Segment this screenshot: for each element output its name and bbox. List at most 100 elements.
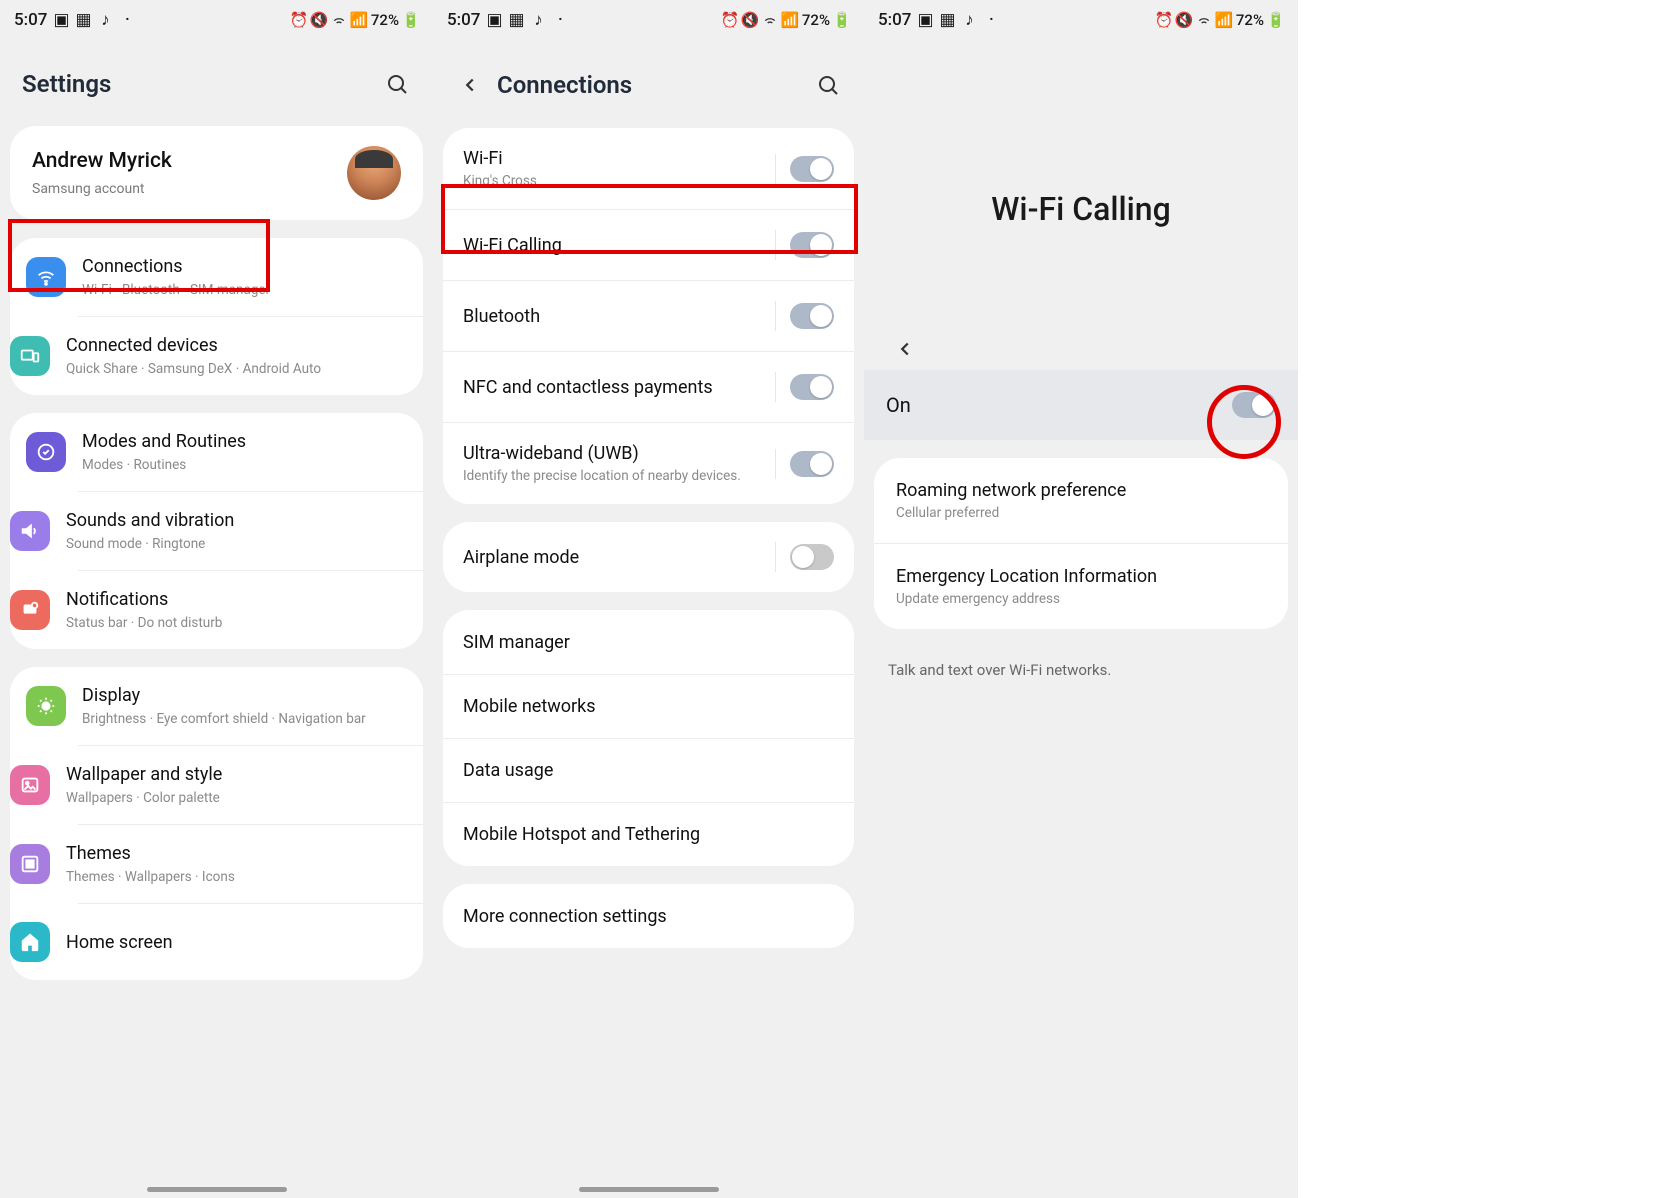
settings-item[interactable]: Wallpaper and styleWallpapers · Color pa…: [78, 745, 423, 824]
themes-icon: [10, 844, 50, 884]
item-title: Ultra-wideband (UWB): [463, 443, 775, 464]
panel-settings: 5:07 ▣ ▦ ♪ · ⏰ 🔇 📶 72% 🔋 Settings Andrew…: [0, 0, 433, 1198]
settings-group: DisplayBrightness · Eye comfort shield ·…: [10, 667, 423, 980]
item-title: Notifications: [66, 589, 407, 610]
status-bar: 5:07 ▣ ▦ ♪ · ⏰ 🔇 📶 72% 🔋: [864, 0, 1298, 40]
back-button[interactable]: [894, 338, 924, 360]
options-card: Roaming network preference Cellular prefe…: [874, 458, 1288, 629]
music-icon: ♪: [97, 12, 113, 28]
account-name: Andrew Myrick: [32, 149, 347, 173]
chevron-left-icon: [459, 74, 481, 96]
battery-icon: 🔋: [1268, 12, 1284, 28]
settings-item[interactable]: Modes and RoutinesModes · Routines: [10, 413, 423, 491]
toggle[interactable]: [790, 232, 834, 258]
gesture-bar[interactable]: [147, 1187, 287, 1192]
panel-wificalling: 5:07 ▣ ▦ ♪ · ⏰ 🔇 📶 72% 🔋 Wi-Fi Calling O…: [864, 0, 1298, 1198]
master-toggle[interactable]: [1232, 392, 1276, 418]
devices-icon: [10, 336, 50, 376]
connections-item[interactable]: Airplane mode: [443, 522, 854, 592]
header: Connections: [433, 40, 864, 128]
connections-item[interactable]: More connection settings: [443, 884, 854, 948]
toggle[interactable]: [790, 156, 834, 182]
status-time: 5:07: [14, 10, 47, 30]
card-icon: ▦: [939, 12, 955, 28]
item-sub: Modes · Routines: [82, 457, 407, 473]
item-title: Connected devices: [66, 335, 407, 356]
item-title: Bluetooth: [463, 306, 775, 327]
item-sub: King's Cross: [463, 173, 775, 189]
status-bar: 5:07 ▣ ▦ ♪ · ⏰ 🔇 📶 72% 🔋: [0, 0, 433, 40]
item-sub: Quick Share · Samsung DeX · Android Auto: [66, 361, 407, 377]
item-sub: Brightness · Eye comfort shield · Naviga…: [82, 711, 407, 727]
wifi-icon: [26, 257, 66, 297]
item-sub: Update emergency address: [896, 591, 1157, 607]
item-title: Mobile networks: [463, 696, 834, 717]
wificalling-item[interactable]: Emergency Location InformationUpdate eme…: [874, 543, 1288, 629]
notif-icon: [10, 590, 50, 630]
footer-note: Talk and text over Wi-Fi networks.: [864, 647, 1298, 693]
routines-icon: [26, 432, 66, 472]
connections-item[interactable]: Mobile Hotspot and Tethering: [443, 802, 854, 866]
connections-item[interactable]: Bluetooth: [443, 280, 854, 351]
dot-icon: ·: [983, 12, 999, 28]
connections-item[interactable]: Data usage: [443, 738, 854, 802]
image-icon: ▣: [917, 12, 933, 28]
battery-pct: 72%: [802, 11, 830, 29]
mute-icon: 🔇: [1176, 12, 1192, 28]
connections-item[interactable]: Wi-Fi King's Cross: [443, 128, 854, 209]
status-time: 5:07: [878, 10, 911, 30]
item-sub: Wi-Fi · Bluetooth · SIM manager: [82, 282, 407, 298]
toggle[interactable]: [790, 544, 834, 570]
search-button[interactable]: [814, 71, 842, 99]
mute-icon: 🔇: [311, 12, 327, 28]
wificalling-item[interactable]: Roaming network preference Cellular prefe…: [874, 458, 1288, 543]
settings-item[interactable]: Home screen: [78, 903, 423, 980]
settings-item[interactable]: DisplayBrightness · Eye comfort shield ·…: [10, 667, 423, 745]
connections-item[interactable]: Mobile networks: [443, 674, 854, 738]
alarm-icon: ⏰: [1156, 12, 1172, 28]
display-icon: [26, 686, 66, 726]
search-icon: [385, 72, 409, 96]
settings-item[interactable]: NotificationsStatus bar · Do not disturb: [78, 570, 423, 649]
wallpaper-icon: [10, 765, 50, 805]
item-sub: Cellular preferred: [896, 505, 1126, 521]
item-title: Data usage: [463, 760, 834, 781]
toggle[interactable]: [790, 303, 834, 329]
signal-icon: 📶: [1216, 12, 1232, 28]
item-sub: Status bar · Do not disturb: [66, 615, 407, 631]
settings-group: Connections Wi-Fi · Bluetooth · SIM manag…: [10, 238, 423, 395]
toggle[interactable]: [790, 451, 834, 477]
item-title: Connections: [82, 256, 407, 277]
wifi-icon: [1196, 12, 1212, 28]
settings-item[interactable]: ThemesThemes · Wallpapers · Icons: [78, 824, 423, 903]
avatar[interactable]: [347, 146, 401, 200]
signal-icon: 📶: [782, 12, 798, 28]
connections-item[interactable]: Ultra-wideband (UWB) Identify the precise…: [443, 422, 854, 504]
connections-group: SIM manager Mobile networks Data usage Mobi…: [443, 610, 854, 866]
card-icon: ▦: [508, 12, 524, 28]
settings-item[interactable]: Connected devicesQuick Share · Samsung D…: [78, 316, 423, 395]
search-button[interactable]: [383, 70, 411, 98]
item-sub: Sound mode · Ringtone: [66, 536, 407, 552]
battery-icon: 🔋: [403, 12, 419, 28]
connections-item[interactable]: SIM manager: [443, 610, 854, 674]
back-button[interactable]: [455, 70, 485, 100]
connections-item[interactable]: Wi-Fi Calling: [443, 209, 854, 280]
account-card[interactable]: Andrew Myrick Samsung account: [10, 126, 423, 220]
header: Settings: [0, 40, 433, 126]
dot-icon: ·: [552, 12, 568, 28]
connections-item[interactable]: NFC and contactless payments: [443, 351, 854, 422]
alarm-icon: ⏰: [722, 12, 738, 28]
sound-icon: [10, 511, 50, 551]
gesture-bar[interactable]: [579, 1187, 719, 1192]
chevron-left-icon: [894, 338, 916, 360]
settings-item[interactable]: Sounds and vibrationSound mode · Rington…: [78, 491, 423, 570]
page-title: Connections: [497, 71, 814, 99]
item-title: Wi-Fi: [463, 148, 775, 169]
item-sub: Identify the precise location of nearby …: [463, 468, 775, 484]
settings-item[interactable]: Connections Wi-Fi · Bluetooth · SIM manag…: [10, 238, 423, 316]
master-toggle-row[interactable]: On: [864, 370, 1298, 440]
item-title: Roaming network preference: [896, 480, 1126, 501]
toggle[interactable]: [790, 374, 834, 400]
item-sub: Wallpapers · Color palette: [66, 790, 407, 806]
